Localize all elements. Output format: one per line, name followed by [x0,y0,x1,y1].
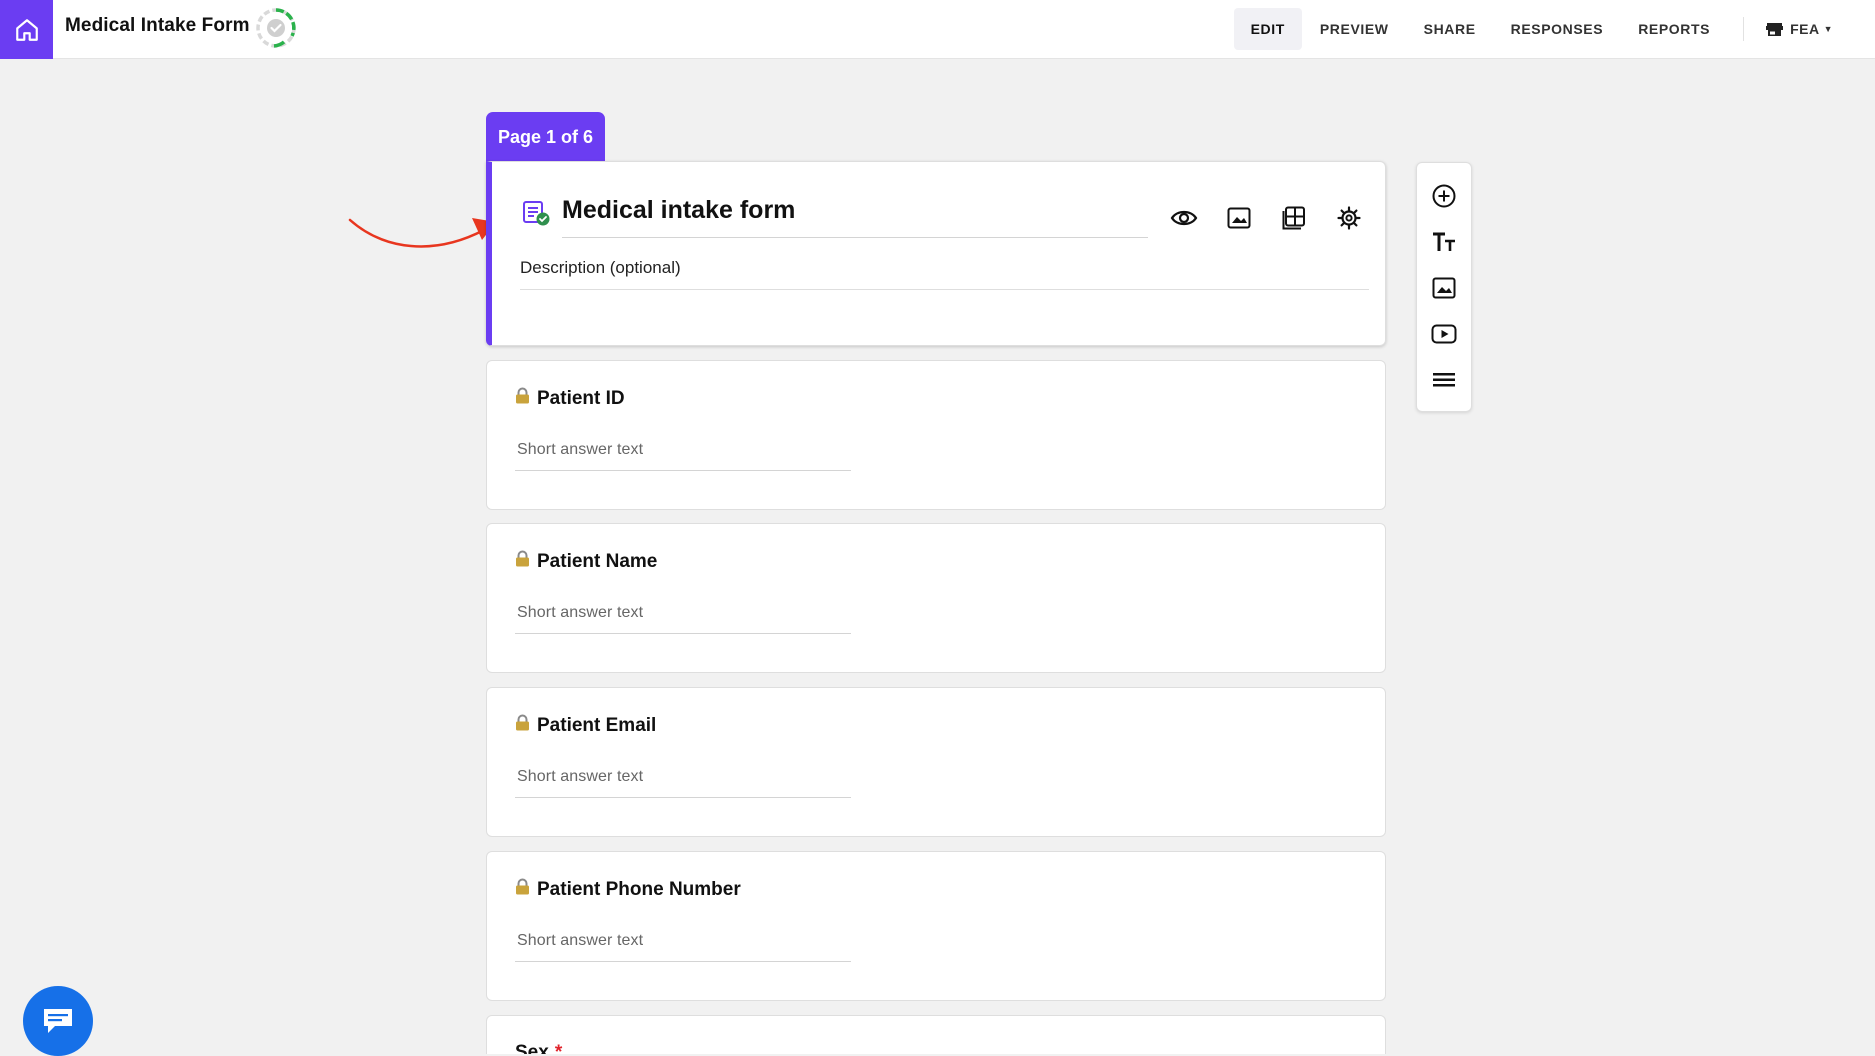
lock-icon [515,878,530,901]
add-image-button[interactable] [1424,268,1464,308]
question-title: Patient ID [515,387,625,410]
saved-status-icon [256,8,296,48]
question-title: Patient Phone Number [515,878,741,901]
tab-responses[interactable]: RESPONSES [1494,8,1621,50]
required-mark: * [554,1042,563,1054]
form-header-card[interactable]: Medical intake form Description (optiona… [486,161,1386,346]
short-answer-input[interactable]: Short answer text [515,441,851,471]
layout-button[interactable] [1266,198,1321,238]
question-label: Patient ID [537,387,625,409]
add-text-button[interactable] [1424,222,1464,262]
tab-reports[interactable]: REPORTS [1621,8,1727,50]
question-card[interactable]: Sex * [486,1015,1386,1054]
eye-icon [1170,210,1197,226]
question-card[interactable]: Patient Name Short answer text [486,523,1386,673]
chat-button[interactable] [23,986,93,1056]
store-icon [1766,22,1784,36]
short-answer-input[interactable]: Short answer text [515,604,851,634]
app-title: Medical Intake Form [65,15,250,36]
description-field[interactable]: Description (optional) [520,258,1369,290]
form-icon [523,201,550,226]
home-button[interactable] [0,0,53,59]
text-icon [1433,232,1455,251]
section-icon [1433,373,1455,387]
page-indicator[interactable]: Page 1 of 6 [486,112,605,162]
top-bar: Medical Intake Form EDIT PREVIEW SHARE R… [0,0,1875,59]
question-card[interactable]: Patient Email Short answer text [486,687,1386,837]
lock-icon [515,714,530,737]
image-icon [1227,207,1250,229]
form-title[interactable]: Medical intake form [562,194,1148,238]
main-nav: EDIT PREVIEW SHARE RESPONSES REPORTS FEA… [1233,8,1875,50]
side-toolbar [1416,162,1472,412]
question-label: Patient Name [537,550,658,572]
chevron-down-icon: ▼ [1823,24,1833,34]
tab-preview[interactable]: PREVIEW [1303,8,1406,50]
video-icon [1431,324,1457,344]
question-card[interactable]: Patient Phone Number Short answer text [486,851,1386,1001]
chat-icon [44,1009,72,1033]
layout-icon [1282,206,1305,230]
preview-button[interactable] [1156,198,1211,238]
nav-divider [1743,17,1745,41]
question-title: Sex * [515,1042,562,1054]
question-card[interactable]: Patient ID Short answer text [486,360,1386,510]
gear-icon [1336,206,1361,230]
short-answer-input[interactable]: Short answer text [515,768,851,798]
header-actions [1156,198,1376,238]
workspace-menu[interactable]: FEA ▼ [1758,8,1875,50]
tab-edit[interactable]: EDIT [1233,8,1302,50]
question-title: Patient Name [515,550,657,573]
question-label: Sex [515,1042,549,1054]
lock-icon [515,550,530,573]
add-section-button[interactable] [1424,360,1464,400]
add-circle-icon [1432,184,1456,208]
question-title: Patient Email [515,714,656,737]
add-video-button[interactable] [1424,314,1464,354]
settings-button[interactable] [1321,198,1376,238]
tab-share[interactable]: SHARE [1407,8,1493,50]
header-image-button[interactable] [1211,198,1266,238]
image-icon [1432,277,1456,299]
question-label: Patient Email [537,714,657,736]
add-question-button[interactable] [1424,176,1464,216]
question-label: Patient Phone Number [537,878,741,900]
lock-icon [515,387,530,410]
short-answer-input[interactable]: Short answer text [515,932,851,962]
workspace-name: FEA [1790,21,1820,37]
home-icon [15,18,38,41]
